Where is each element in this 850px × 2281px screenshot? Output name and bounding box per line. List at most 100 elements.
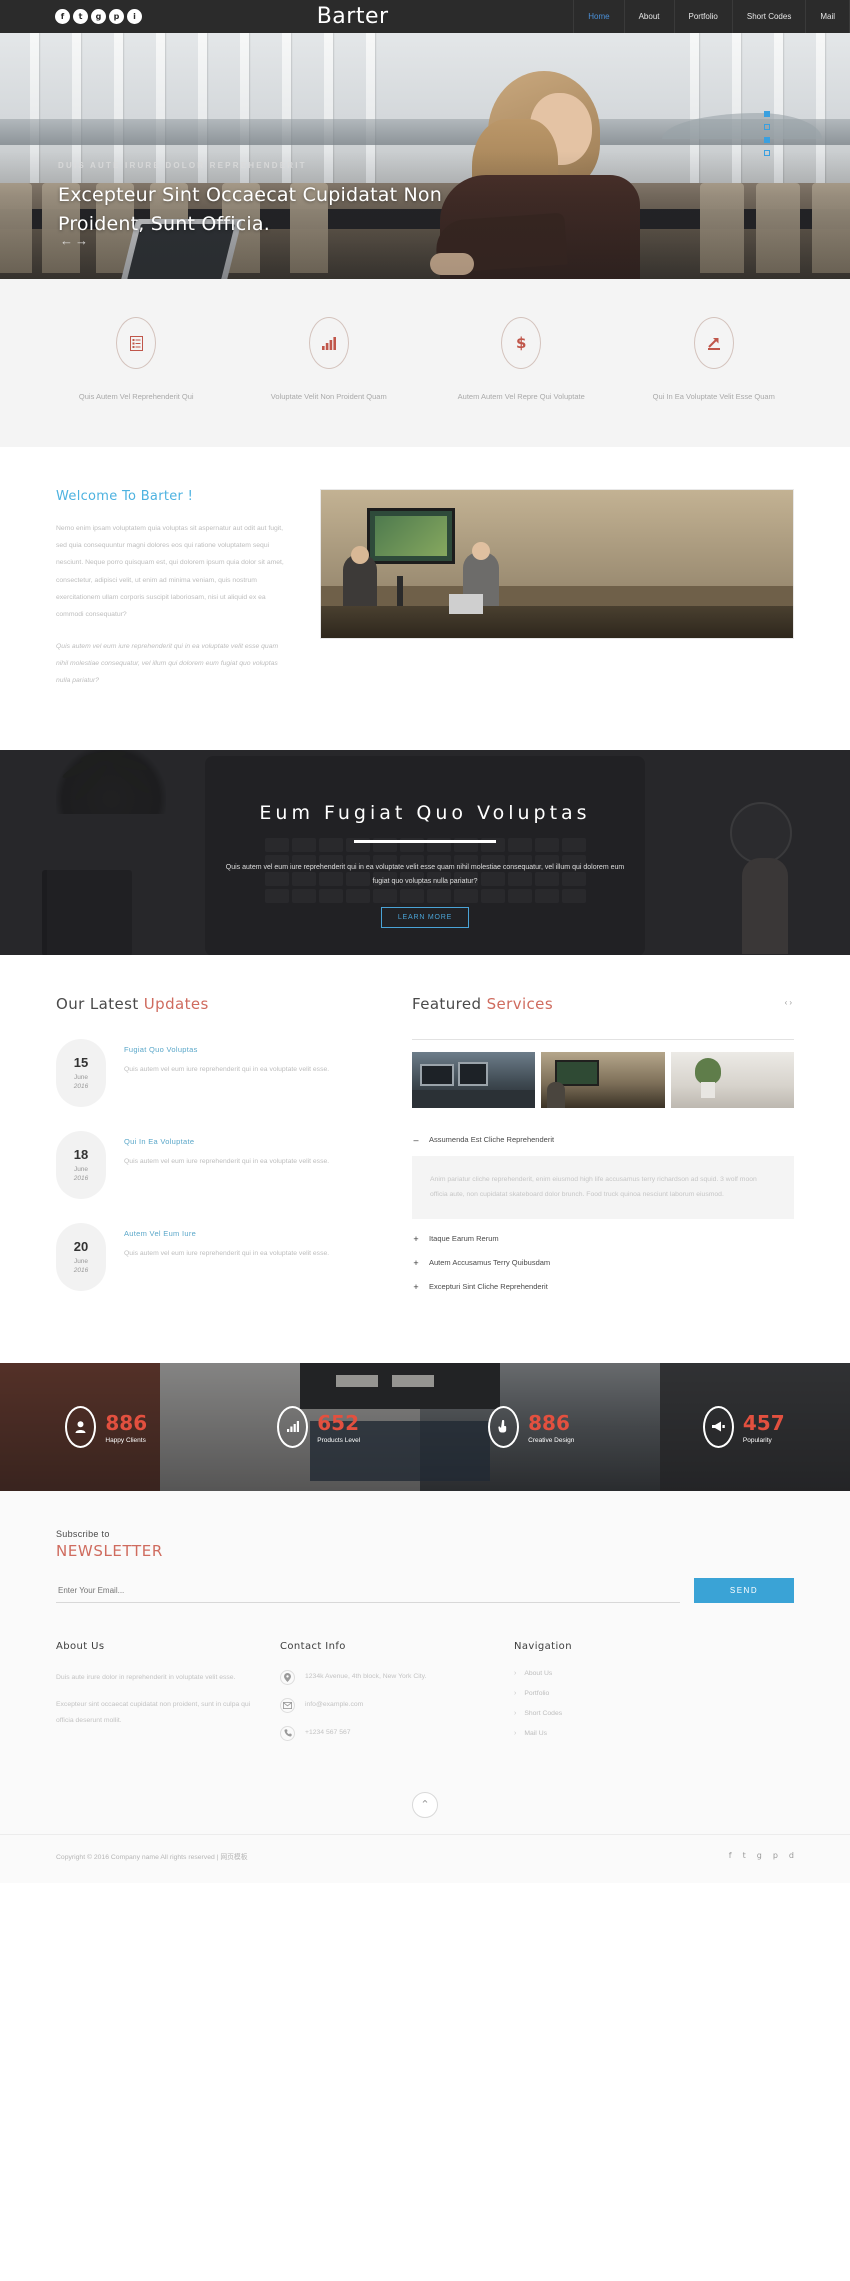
counter-label: Products Level: [317, 1436, 361, 1444]
nav-item-portfolio[interactable]: Portfolio: [673, 0, 732, 33]
facebook-icon[interactable]: f: [729, 1851, 732, 1860]
google-plus-icon[interactable]: g: [91, 9, 106, 24]
hero-subtitle: DUIS AUTE IRURE DOLOR REPREHENDERIT: [58, 161, 307, 170]
megaphone-icon: [702, 1405, 734, 1448]
service-title: Qui In Ea Voluptate Velit Esse Quam: [652, 392, 775, 401]
contact-heading: Contact Info: [280, 1640, 346, 1652]
pinterest-icon[interactable]: p: [773, 1851, 778, 1860]
update-year: 2016: [73, 1174, 89, 1182]
banner-divider: [354, 839, 496, 843]
counter-label: Creative Design: [528, 1436, 575, 1444]
twitter-icon[interactable]: t: [743, 1851, 746, 1860]
gallery-thumb[interactable]: [412, 1051, 536, 1108]
plus-icon: +: [413, 1233, 419, 1244]
update-title[interactable]: Autem Vel Eum Iure: [124, 1229, 329, 1238]
welcome-text-column: Welcome To Barter ! Nemo enim ipsam volu…: [56, 489, 292, 704]
update-item[interactable]: 20 June 2016 Autem Vel Eum Iure Quis aut…: [56, 1222, 386, 1291]
hero-dot-4[interactable]: [764, 150, 770, 156]
footer-nav-item[interactable]: › About Us: [514, 1670, 794, 1677]
hero-dot-3[interactable]: [764, 137, 770, 143]
nav-item-about[interactable]: About: [623, 0, 674, 33]
minus-icon: –: [413, 1134, 419, 1145]
update-month: June: [73, 1257, 89, 1265]
footer-nav-label: Portfolio: [524, 1689, 550, 1697]
footer-nav-label: Mail Us: [524, 1729, 548, 1737]
hero-dot-1[interactable]: [764, 111, 770, 117]
update-month: June: [73, 1073, 89, 1081]
bar-chart-icon: [277, 1405, 309, 1448]
update-title[interactable]: Fugiat Quo Voluptas: [124, 1045, 329, 1054]
counter-item: 886 Creative Design: [425, 1363, 638, 1491]
updates-heading-part2: Updates: [143, 994, 209, 1013]
service-card[interactable]: $ Autem Autem Vel Repre Qui Voluptate: [425, 317, 618, 405]
stats-counters-section: 886 Happy Clients 652 Products Level 886…: [0, 1362, 850, 1491]
nav-item-mail[interactable]: Mail: [805, 0, 850, 33]
facebook-icon[interactable]: f: [55, 9, 70, 24]
footer-contact-column: Contact Info 1234k Avenue, 4th block, Ne…: [280, 1641, 490, 1754]
hero-slider-dots[interactable]: [764, 111, 770, 156]
featured-divider: [412, 1038, 794, 1040]
hero-background-image: [0, 33, 850, 279]
chevron-right-icon: ›: [514, 1689, 517, 1697]
footer-nav-item[interactable]: › Mail Us: [514, 1730, 794, 1737]
service-title: Voluptate Velit Non Proident Quam: [270, 392, 387, 401]
page-root: f t g p i Barter Home About Portfolio Sh…: [0, 0, 850, 1883]
chevron-right-icon: ›: [514, 1709, 517, 1717]
accordion-header[interactable]: – Assumenda Est Cliche Reprehenderit: [412, 1128, 794, 1152]
footer-nav-label: About Us: [524, 1669, 553, 1677]
carousel-nav-arrows[interactable]: ‹›: [785, 998, 794, 1007]
dollar-icon: $: [516, 333, 527, 352]
plus-icon: +: [413, 1257, 419, 1268]
chevron-up-icon[interactable]: ⌃: [412, 1791, 438, 1818]
footer-nav-item[interactable]: › Short Codes: [514, 1710, 794, 1717]
gallery-thumb[interactable]: [670, 1051, 794, 1108]
nav-item-home[interactable]: Home: [573, 0, 623, 33]
service-card[interactable]: Voluptate Velit Non Proident Quam: [233, 317, 426, 405]
welcome-image-column: [320, 488, 794, 704]
updates-services-section: Our Latest Updates 15 June 2016 Fugiat Q…: [0, 954, 850, 1363]
dribbble-icon[interactable]: d: [789, 1851, 794, 1860]
callout-banner: Eum Fugiat Quo Voluptas Quis autem vel e…: [0, 749, 850, 955]
learn-more-button[interactable]: LEARN MORE: [380, 907, 470, 929]
accordion-header[interactable]: + Excepturi Sint Cliche Reprehenderit: [412, 1275, 794, 1299]
counter-number: 652: [317, 1410, 359, 1435]
service-card[interactable]: Qui In Ea Voluptate Velit Esse Quam: [618, 317, 811, 405]
email-input[interactable]: [56, 1579, 680, 1603]
update-date-badge: 15 June 2016: [56, 1038, 106, 1107]
footer-nav-item[interactable]: › Portfolio: [514, 1690, 794, 1697]
service-card[interactable]: Quis Autem Vel Reprehenderit Qui: [40, 317, 233, 405]
update-title[interactable]: Qui In Ea Voluptate: [124, 1137, 329, 1146]
instagram-icon[interactable]: i: [127, 9, 142, 24]
update-body: Fugiat Quo Voluptas Quis autem vel eum i…: [124, 1039, 329, 1077]
welcome-paragraph-2: Quis autem vel eum iure reprehenderit qu…: [56, 642, 279, 685]
service-icon-ring: [693, 317, 734, 369]
counter-number: 886: [528, 1410, 570, 1435]
back-to-top-wrapper: ⌃: [56, 1788, 794, 1834]
contact-text[interactable]: info@example.com: [305, 1698, 363, 1712]
site-logo[interactable]: Barter: [142, 0, 573, 33]
accordion-panel: Anim pariatur cliche reprehenderit, enim…: [412, 1155, 794, 1219]
welcome-section: Welcome To Barter ! Nemo enim ipsam volu…: [0, 446, 850, 750]
banner-heading: Eum Fugiat Quo Voluptas: [259, 801, 591, 824]
gallery-thumb[interactable]: [541, 1051, 665, 1108]
update-year: 2016: [73, 1266, 89, 1274]
accordion-header[interactable]: + Itaque Earum Rerum: [412, 1227, 794, 1251]
hero-slider-arrows[interactable]: ←→: [60, 233, 90, 248]
hero-dot-2[interactable]: [764, 124, 770, 130]
update-item[interactable]: 15 June 2016 Fugiat Quo Voluptas Quis au…: [56, 1038, 386, 1107]
send-button[interactable]: SEND: [694, 1577, 794, 1603]
update-text: Quis autem vel eum iure reprehenderit qu…: [124, 1157, 330, 1165]
update-item[interactable]: 18 June 2016 Qui In Ea Voluptate Quis au…: [56, 1130, 386, 1199]
accordion-header[interactable]: + Autem Accusamus Terry Quibusdam: [412, 1251, 794, 1275]
google-plus-icon[interactable]: g: [757, 1851, 762, 1860]
service-icon-ring: $: [501, 317, 542, 369]
nav-item-short-codes[interactable]: Short Codes: [731, 0, 805, 33]
twitter-icon[interactable]: t: [73, 9, 88, 24]
newsletter-subtitle: Subscribe to: [56, 1528, 110, 1539]
counter-item: 652 Products Level: [213, 1363, 426, 1491]
main-navigation: Home About Portfolio Short Codes Mail: [573, 0, 850, 33]
accordion-label: Autem Accusamus Terry Quibusdam: [429, 1258, 551, 1268]
featured-heading-part1: Featured: [412, 994, 487, 1013]
featured-heading: Featured Services: [412, 995, 794, 1013]
pinterest-icon[interactable]: p: [109, 9, 124, 24]
